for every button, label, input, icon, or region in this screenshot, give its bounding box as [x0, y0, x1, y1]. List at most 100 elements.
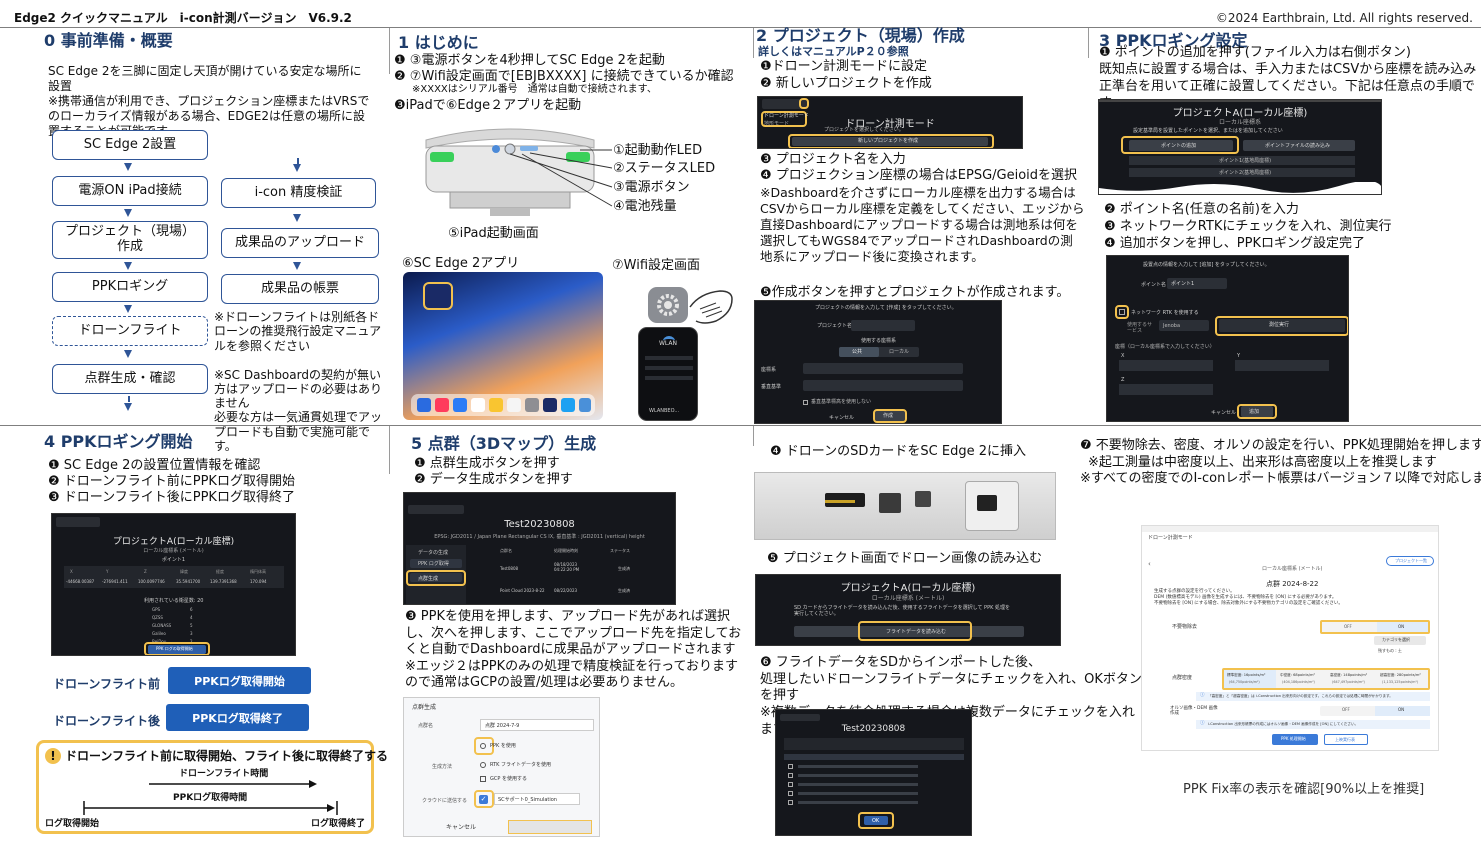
back-chevron-icon[interactable]: ‹	[1148, 560, 1151, 568]
flight-check-4[interactable]	[788, 791, 793, 796]
val-lon: 139.7391368	[210, 579, 237, 584]
checkbox-gcp[interactable]	[480, 776, 486, 782]
col-divider-1	[389, 28, 390, 74]
point-name-label: ポイント名	[1141, 282, 1167, 288]
s1-step2: ❷ ⑦Wifi設定画面で[EBJBXXXX] に接続できているか確認	[394, 69, 734, 84]
pc-hdr-time: 処理開始時刻	[554, 548, 578, 553]
menu-terrain-mode[interactable]: 地形モード	[764, 121, 789, 127]
flow-arrow	[124, 209, 132, 217]
import-flight-screen: プロジェクトA(ローカル座標) ローカル座標系 (メートル) SD カードからフ…	[755, 574, 1061, 646]
ppk-process-start-button[interactable]: PPK 処理開始	[1272, 734, 1318, 745]
ppk-start-button[interactable]: PPKログ取得開始	[168, 667, 311, 694]
radio-rtk[interactable]	[480, 762, 486, 768]
flow-upload: 成果品のアップロード	[221, 228, 379, 258]
ppk-screen-sub: ローカル座標系 (メートル)	[143, 548, 204, 554]
section-2-title: 2 プロジェクト（現場）作成	[756, 26, 965, 45]
info-text-2: i-Construction 出来形帳票の作成にはオルソ画像・DEM 画像作成を…	[1208, 722, 1359, 726]
project-name-input[interactable]	[851, 320, 915, 331]
ortho-toggle[interactable]: OFF ON	[1320, 706, 1430, 716]
pc-row1-name: Test0808	[500, 566, 519, 571]
sat-galileo: Galileo	[152, 631, 166, 636]
load-flight-data-button[interactable]: フライトデータを読み込む	[886, 629, 946, 635]
y-input[interactable]	[1235, 360, 1329, 371]
z-input[interactable]	[1119, 384, 1213, 395]
form-title: 点群生成	[412, 704, 437, 711]
create-button[interactable]: 作成	[883, 413, 893, 419]
ortho-on: ON	[1398, 707, 1405, 712]
hdr-height: 楕円体高	[250, 569, 266, 574]
side-ppk-log[interactable]: PPK ログ取得	[418, 561, 449, 567]
form-cancel-button[interactable]: キャンセル	[446, 824, 476, 831]
header-divider	[0, 27, 1481, 28]
remove-toggle[interactable]: OFF ON	[1320, 620, 1430, 634]
vertical-select[interactable]	[803, 380, 963, 391]
row-remove-label: 不要物除去	[1172, 624, 1198, 630]
radio-ppk[interactable]	[480, 743, 486, 749]
flight-check-5[interactable]	[788, 800, 793, 805]
add-point-button[interactable]: ポイントの追加	[1161, 143, 1196, 149]
vertical-checkbox-label: 垂直基準標高を使用しない	[811, 399, 872, 405]
flow-arrow	[124, 403, 132, 411]
ppk-log-screen: プロジェクトA(ローカル座標) ローカル座標系 (メートル) ポイント1 X Y…	[51, 513, 296, 656]
flow-pointcloud: 点群生成・確認	[52, 364, 208, 394]
sat-gps-n: 6	[190, 607, 193, 612]
flight-check-1[interactable]	[788, 764, 793, 769]
pc-row2-name: Point Cloud 2023-8-22	[500, 588, 545, 593]
service-label: 使用するサービス	[1127, 322, 1153, 334]
crs-select[interactable]	[803, 363, 963, 374]
ppk-end-button[interactable]: PPKログ取得終了	[166, 704, 309, 731]
point-cancel-button[interactable]: キャンセル	[1211, 410, 1236, 416]
ppk-start-small-button[interactable]: PPK ログの取得開始	[156, 646, 193, 652]
point-row-1[interactable]: ポイント1(基地局座標)	[1219, 158, 1271, 164]
flight-check-3[interactable]	[788, 782, 793, 787]
s2-step4: ❹ プロジェクション座標の場合はEPSG/Geioidを選択	[760, 168, 1078, 183]
s2-note: ※Dashboardを介さずにローカル座標を出力する場合はCSVからローカル座標…	[760, 185, 1085, 264]
secondary-button[interactable]: 上映実行表	[1324, 734, 1368, 745]
secondary-label: 上映実行表	[1335, 737, 1355, 742]
ppk-screen-point: ポイント1	[161, 557, 186, 563]
cloud-checkbox-checked-icon[interactable]: ✓	[479, 795, 488, 804]
flight-check-2[interactable]	[788, 773, 793, 778]
warning-icon: !	[45, 748, 61, 764]
project-list-button[interactable]: プロジェクト一覧	[1386, 556, 1434, 566]
col-divider-2	[753, 28, 754, 58]
sd-card-slot-photo	[754, 472, 1056, 540]
drone-mode-screen: ドローン計測モード ドローン計測モード 地形モード プロジェクトを選択してくださ…	[757, 96, 1023, 149]
edge2-app-icon[interactable]	[423, 282, 453, 310]
warning-text: ドローンフライト前に取得開始、フライト後に取得終了する	[65, 749, 389, 763]
s2-step1: ❶ドローン計測モードに設定	[760, 59, 928, 74]
menu-drone-mode[interactable]: ドローン計測モード	[764, 113, 809, 119]
ppk-screen-title: プロジェクトA(ローカル座標)	[112, 537, 235, 547]
x-input[interactable]	[1119, 360, 1213, 371]
side-data-gen[interactable]: データの生成	[418, 550, 448, 556]
point-row-2[interactable]: ポイント2(基地局座標)	[1219, 170, 1271, 176]
ipad-dock	[411, 394, 595, 416]
measure-button[interactable]: 測位実行	[1269, 322, 1289, 328]
category-button[interactable]: カテゴリを選択	[1374, 636, 1426, 645]
form-name-input[interactable]: 点群 2024-7-9	[480, 719, 594, 731]
flight-ok-button[interactable]: OK	[872, 818, 879, 824]
service-select[interactable]: Jenoba	[1159, 320, 1209, 331]
form-next-button[interactable]	[508, 820, 592, 834]
coord-toggle[interactable]: 公共 ローカル	[839, 347, 919, 357]
point-add-button[interactable]: 追加	[1249, 409, 1259, 415]
load-point-file-button[interactable]: ポイントファイルの読み込み	[1265, 143, 1330, 149]
cancel-button[interactable]: キャンセル	[829, 415, 854, 421]
axis-y-label: Y	[1237, 353, 1241, 359]
s3-step1: ❶ ポイントの追加を押す(ファイル入力は右側ボタン)	[1099, 45, 1411, 60]
point-name-input[interactable]: ポイント1	[1167, 278, 1227, 289]
density-high: 高密度: 148points/m²	[1330, 673, 1368, 677]
settings-gear-icon[interactable]	[648, 287, 688, 323]
pc-row1-status: 生成済	[618, 566, 630, 571]
flow-arrow	[293, 262, 301, 270]
new-project-button[interactable]: 新しいプロジェクトを作成	[858, 138, 918, 144]
vertical-checkbox[interactable]	[803, 400, 808, 405]
val-y: -276941.411	[102, 579, 128, 584]
s2-step2: ❷ 新しいプロジェクトを作成	[760, 76, 932, 91]
section-5-title: 5 点群（3Dマップ）生成	[411, 434, 597, 453]
info-banner-1: ⓘ 「高密度」と「超高密度」は i-Construction 出来形向けの設定で…	[1196, 692, 1430, 701]
side-pointcloud-gen[interactable]: 点群生成	[418, 576, 438, 582]
cloud-target-select[interactable]: SCサポート0_Simulation	[494, 793, 580, 805]
density-selector[interactable]: 標準密度: 16points/m² (64,750points/m²) 中密度:…	[1222, 668, 1430, 690]
density-standard-sub: (64,750points/m²)	[1229, 680, 1260, 684]
